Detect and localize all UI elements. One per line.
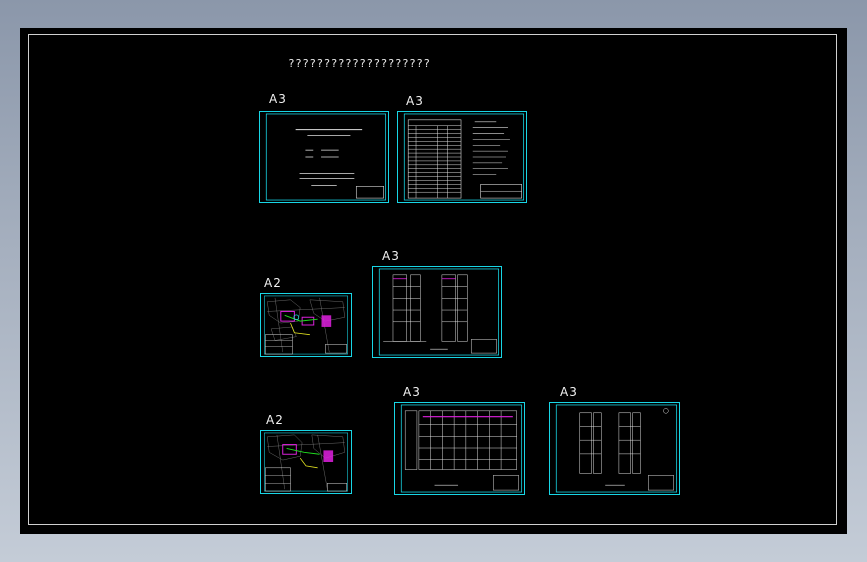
sheet-wide-diagram[interactable]: [394, 402, 525, 495]
sheet-system-diagram-2[interactable]: [549, 402, 680, 495]
sheet-size-label: A3: [560, 385, 578, 399]
sheet-site-plan-1[interactable]: [260, 293, 352, 357]
sheet-size-label: A3: [406, 94, 424, 108]
sheet-size-label: A2: [264, 276, 282, 290]
model-space-canvas[interactable]: ???????????????????? A3 A3 A2 A3 A2 A3 A…: [20, 28, 847, 534]
sheet-size-label: A2: [266, 413, 284, 427]
sheet-size-label: A3: [269, 92, 287, 106]
sheet-cover[interactable]: [259, 111, 389, 203]
system-diagram-drawing: [378, 268, 500, 356]
wide-diagram-drawing: [400, 404, 523, 493]
sheet-site-plan-2[interactable]: [260, 430, 352, 494]
site-plan-drawing: [264, 295, 348, 355]
system-diagram-drawing: [555, 404, 678, 493]
sheet-size-label: A3: [382, 249, 400, 263]
drawing-title: ????????????????????: [288, 57, 431, 70]
sheet-index[interactable]: [397, 111, 527, 203]
cover-sheet-drawing: [265, 113, 387, 201]
index-sheet-drawing: [403, 113, 525, 201]
sheet-size-label: A3: [403, 385, 421, 399]
sheet-system-diagram-1[interactable]: [372, 266, 502, 358]
site-plan-drawing: [264, 432, 348, 492]
